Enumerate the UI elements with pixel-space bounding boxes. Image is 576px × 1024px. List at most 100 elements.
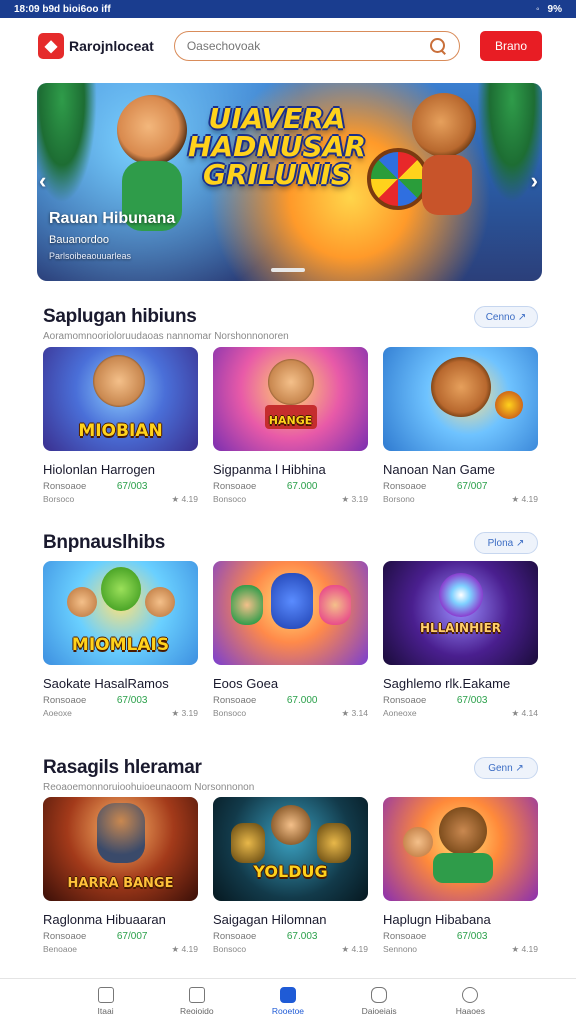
brand[interactable]: ◆ Rarojnloceat — [38, 33, 154, 59]
meta-label: Bonsoco — [213, 944, 247, 954]
nav-item-list[interactable]: Reoioido — [167, 979, 227, 1024]
game-card[interactable]: MIOMLAIS Saokate HasalRamos Ronsoaoe 67/0… — [43, 561, 198, 719]
thumbnail-logo-text: MIOMLAIS — [71, 635, 170, 655]
rating: ★ 4.14 — [511, 708, 538, 718]
price: 67.000 — [286, 481, 318, 492]
character-image — [403, 827, 433, 857]
nav-label: Itaai — [97, 1006, 114, 1016]
card-meta: Ronsoaoe 67/003 — [43, 695, 198, 706]
card-row: MIOMLAIS Saokate HasalRamos Ronsoaoe 67/0… — [43, 561, 538, 719]
status-bar: 18:09 b9d bioi6oo iff ◦ 9% — [0, 0, 576, 18]
rating: ★ 3.14 — [341, 708, 368, 718]
nav-item-games[interactable]: Rooetoe — [258, 979, 318, 1024]
card-meta: Ronsoaoe 67.003 — [213, 931, 368, 942]
card-row: HARRA BANGE Raglonma Hibuaaran Ronsoaoe 6… — [43, 797, 538, 955]
nav-label: Rooetoe — [271, 1006, 305, 1016]
chevron-left-icon[interactable]: ‹ — [39, 168, 46, 194]
game-card[interactable]: HANGE Sigpanma l Hibhina Ronsoaoe 67.000 … — [213, 347, 368, 505]
carousel-indicator[interactable] — [271, 268, 305, 272]
meta-label: Aoeoxe — [43, 708, 72, 718]
rating: ★ 3.19 — [341, 494, 368, 504]
section-2: Bnpnauslhibs Plona ↗ MIOMLAIS Saokate Ha… — [43, 532, 538, 718]
section-title: Bnpnauslhibs — [43, 532, 166, 553]
list-icon — [188, 987, 205, 1003]
card-meta: Ronsoaoe 67/007 — [383, 481, 538, 492]
price: 67/003 — [456, 931, 488, 942]
meta-label: Bonsoco — [213, 494, 247, 504]
game-card[interactable]: Eoos Goea Ronsoaoe 67.000 Bonsoco ★ 3.14 — [213, 561, 368, 719]
thumbnail-logo-text: HARRA BANGE — [67, 876, 174, 891]
rating: ★ 4.19 — [511, 494, 538, 504]
character-image — [145, 587, 175, 617]
card-meta-secondary: Benoaoe ★ 4.19 — [43, 944, 198, 955]
game-card[interactable]: HLLAINHIER Saghlemo rlk.Eakame Ronsoaoe 6… — [383, 561, 538, 719]
character-right-body — [422, 155, 472, 215]
rating: ★ 3.19 — [171, 708, 198, 718]
game-card[interactable]: Haplugn Hibabana Ronsoaoe 67/003 Sennono ★… — [383, 797, 538, 955]
game-thumbnail: MIOBIAN — [43, 347, 198, 451]
section-title: Rasagils hleramar — [43, 757, 202, 778]
card-row: MIOBIAN Hiolonlan Harrogen Ronsoaoe 67/00… — [43, 347, 538, 505]
character-left-image — [117, 95, 187, 165]
see-more-button[interactable]: Genn ↗ — [474, 757, 538, 779]
card-meta: Ronsoaoe 67.000 — [213, 481, 368, 492]
price: 67/003 — [116, 481, 148, 492]
game-card[interactable]: MIOBIAN Hiolonlan Harrogen Ronsoaoe 67/00… — [43, 347, 198, 505]
character-image — [271, 805, 311, 845]
section-subtitle: Reoaoemonnoruioohuioeunaoom Norsonnonon — [43, 782, 255, 793]
nav-item-profile[interactable]: Haaoes — [440, 979, 500, 1024]
search-input[interactable] — [186, 39, 429, 53]
game-title: Saokate HasalRamos — [43, 676, 169, 691]
nav-item-bag[interactable]: Daioeiais — [349, 979, 409, 1024]
character-body-image — [433, 853, 493, 883]
search-icon[interactable] — [429, 37, 447, 55]
meta-label: Ronsoaoe — [43, 695, 87, 706]
card-meta: Ronsoaoe 67/003 — [43, 481, 198, 492]
card-meta-secondary: Borsoco ★ 4.19 — [43, 494, 198, 505]
profile-icon — [462, 987, 479, 1003]
card-meta-secondary: Borsono ★ 4.19 — [383, 494, 538, 505]
game-title: Hiolonlan Harrogen — [43, 462, 156, 477]
brand-logo-icon: ◆ — [38, 33, 64, 59]
see-more-button[interactable]: Cenno ↗ — [474, 306, 538, 328]
chevron-right-icon[interactable]: › — [531, 168, 538, 194]
banner-caption: Parlsoibeaouuarleas — [49, 251, 132, 261]
game-card[interactable]: YOLDUG Saigagan Hilomnan Ronsoaoe 67.003 … — [213, 797, 368, 955]
card-meta-secondary: Bonsoco ★ 3.14 — [213, 708, 368, 719]
meta-label: Ronsoaoe — [213, 695, 257, 706]
character-image — [231, 823, 265, 863]
see-more-button[interactable]: Plona ↗ — [474, 532, 538, 554]
price: 67.003 — [286, 931, 318, 942]
meta-label: Ronsoaoe — [213, 481, 257, 492]
game-thumbnail: HARRA BANGE — [43, 797, 198, 901]
card-meta: Ronsoaoe 67.000 — [213, 695, 368, 706]
header-cta-button[interactable]: Brano — [480, 31, 542, 61]
game-card[interactable]: HARRA BANGE Raglonma Hibuaaran Ronsoaoe 6… — [43, 797, 198, 955]
rating: ★ 4.19 — [341, 944, 368, 954]
meta-label: Borsono — [383, 494, 415, 504]
game-thumbnail: YOLDUG — [213, 797, 368, 901]
nav-item-home[interactable]: Itaai — [76, 979, 136, 1024]
game-title: Saghlemo rlk.Eakame — [383, 676, 511, 691]
bag-icon — [371, 987, 388, 1003]
banner-subtitle: Bauanordoo — [49, 234, 109, 246]
character-image — [271, 573, 313, 629]
meta-label: Benoaoe — [43, 944, 78, 954]
nav-label: Daioeiais — [361, 1006, 397, 1016]
hero-banner[interactable]: UIAVERA HADNUSAR GRILUNIS Rauan Hibunana… — [37, 83, 542, 281]
app-header: ◆ Rarojnloceat Brano — [0, 18, 576, 74]
character-image — [431, 357, 491, 417]
game-thumbnail — [383, 797, 538, 901]
nav-label: Haaoes — [455, 1006, 485, 1016]
card-meta-secondary: Aoeoxe ★ 3.19 — [43, 708, 198, 719]
thumbnail-logo-text: HLLAINHIER — [419, 621, 502, 635]
meta-label: Ronsoaoe — [383, 481, 427, 492]
game-title: Raglonma Hibuaaran — [43, 912, 166, 927]
status-time: 18:09 b9d bioi6oo iff — [14, 3, 111, 15]
game-title: Eoos Goea — [213, 676, 279, 691]
game-card[interactable]: Nanoan Nan Game Ronsoaoe 67/007 Borsono ★ … — [383, 347, 538, 505]
character-image — [319, 585, 351, 625]
game-title: Saigagan Hilomnan — [213, 912, 327, 927]
nav-label: Reoioido — [180, 1006, 214, 1016]
meta-label: Ronsoaoe — [213, 931, 257, 942]
